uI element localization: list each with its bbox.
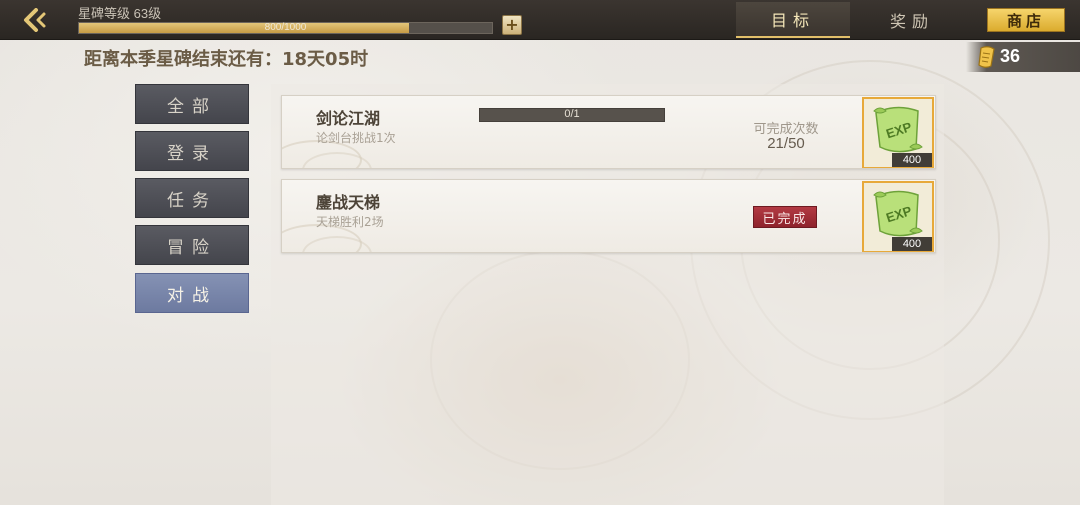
exp-scroll-icon: EXP bbox=[873, 190, 923, 237]
quest-description: 论剑台挑战1次 bbox=[316, 131, 396, 145]
sidebar-item-login[interactable]: 登录 bbox=[135, 131, 249, 171]
back-button[interactable] bbox=[14, 4, 58, 36]
reward-count: 400 bbox=[892, 237, 932, 251]
season-countdown: 距离本季星碑结束还有：18天05时 bbox=[84, 49, 369, 70]
top-bar: 星碑等级 63级 800/1000 + 目标 奖励 商店 bbox=[0, 0, 1080, 40]
tab-reward[interactable]: 奖励 bbox=[855, 2, 969, 38]
quest-card: 鏖战天梯 天梯胜利2场 已完成 EXP 400 bbox=[281, 179, 936, 253]
sidebar-item-task[interactable]: 任务 bbox=[135, 178, 249, 218]
shop-button[interactable]: 商店 bbox=[987, 8, 1065, 32]
currency-display: 36 bbox=[966, 42, 1080, 72]
exp-scroll-icon: EXP bbox=[873, 106, 923, 153]
reward-item[interactable]: EXP 400 bbox=[862, 97, 934, 168]
sidebar-item-battle[interactable]: 对战 bbox=[135, 273, 249, 313]
scroll-icon bbox=[976, 45, 998, 73]
quest-card: 剑论江湖 论剑台挑战1次 0/1 可完成次数 21/50 EXP 400 bbox=[281, 95, 936, 169]
reward-item[interactable]: EXP 400 bbox=[862, 181, 934, 252]
add-xp-button[interactable]: + bbox=[502, 15, 522, 35]
currency-value: 36 bbox=[1000, 46, 1021, 66]
quest-progress-text: 0/1 bbox=[564, 108, 580, 120]
star-level-label: 星碑等级 63级 bbox=[78, 6, 162, 21]
tab-goal[interactable]: 目标 bbox=[736, 2, 850, 38]
reward-count: 400 bbox=[892, 153, 932, 167]
sidebar-item-adventure[interactable]: 冒险 bbox=[135, 225, 249, 265]
quest-progress-bar: 0/1 bbox=[479, 108, 665, 122]
quest-title: 剑论江湖 bbox=[316, 109, 381, 128]
plus-icon: + bbox=[505, 15, 519, 34]
quest-description: 天梯胜利2场 bbox=[316, 215, 384, 229]
xp-progress-text: 800/1000 bbox=[264, 22, 307, 33]
completion-count-value: 21/50 bbox=[767, 135, 805, 152]
sidebar-item-all[interactable]: 全部 bbox=[135, 84, 249, 124]
xp-progress-bar: 800/1000 bbox=[78, 22, 493, 34]
completed-badge: 已完成 bbox=[753, 206, 817, 228]
back-arrow-icon bbox=[24, 8, 46, 32]
quest-title: 鏖战天梯 bbox=[316, 193, 381, 212]
